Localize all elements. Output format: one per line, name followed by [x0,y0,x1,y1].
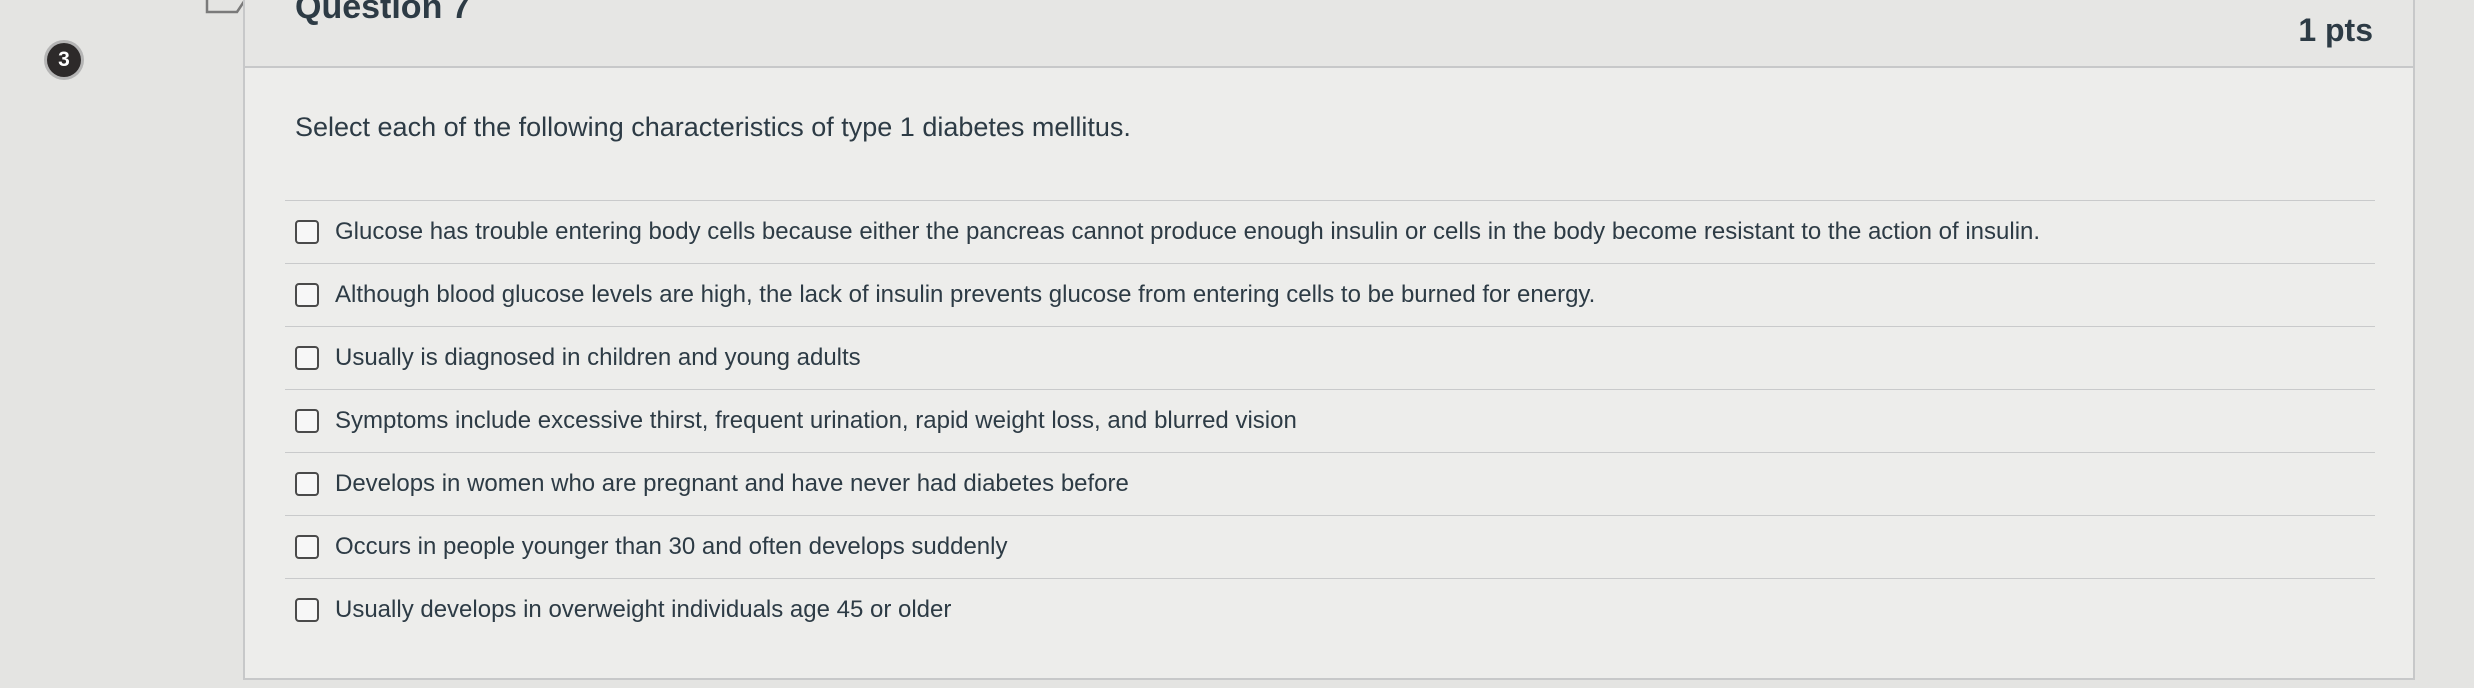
checkbox[interactable] [295,409,319,433]
answer-label[interactable]: Glucose has trouble entering body cells … [335,218,2040,246]
checkbox[interactable] [295,535,319,559]
checkbox[interactable] [295,472,319,496]
question-header: Question 7 1 pts [245,0,2413,68]
question-card: Question 7 1 pts Select each of the foll… [243,0,2415,680]
answer-label[interactable]: Usually is diagnosed in children and you… [335,344,861,372]
answer-option[interactable]: Usually is diagnosed in children and you… [285,326,2375,389]
answer-option[interactable]: Occurs in people younger than 30 and oft… [285,515,2375,578]
answer-option[interactable]: Symptoms include excessive thirst, frequ… [285,389,2375,452]
question-text: Select each of the following characteris… [295,112,1131,142]
answer-option[interactable]: Glucose has trouble entering body cells … [285,200,2375,263]
question-points: 1 pts [2298,12,2373,48]
answer-option[interactable]: Usually develops in overweight individua… [285,578,2375,641]
checkbox[interactable] [295,220,319,244]
checkbox[interactable] [295,346,319,370]
question-number-badge: 3 [47,43,81,77]
checkbox[interactable] [295,283,319,307]
answer-option[interactable]: Develops in women who are pregnant and h… [285,452,2375,515]
checkbox[interactable] [295,598,319,622]
answer-label[interactable]: Occurs in people younger than 30 and oft… [335,533,1007,561]
answer-option[interactable]: Although blood glucose levels are high, … [285,263,2375,326]
answer-label[interactable]: Although blood glucose levels are high, … [335,281,1595,309]
question-title: Question 7 [295,0,471,26]
answer-list: Glucose has trouble entering body cells … [285,200,2375,641]
answer-label[interactable]: Develops in women who are pregnant and h… [335,470,1129,498]
answer-label[interactable]: Symptoms include excessive thirst, frequ… [335,407,1297,435]
answer-label[interactable]: Usually develops in overweight individua… [335,596,951,624]
flag-icon[interactable] [205,0,247,22]
